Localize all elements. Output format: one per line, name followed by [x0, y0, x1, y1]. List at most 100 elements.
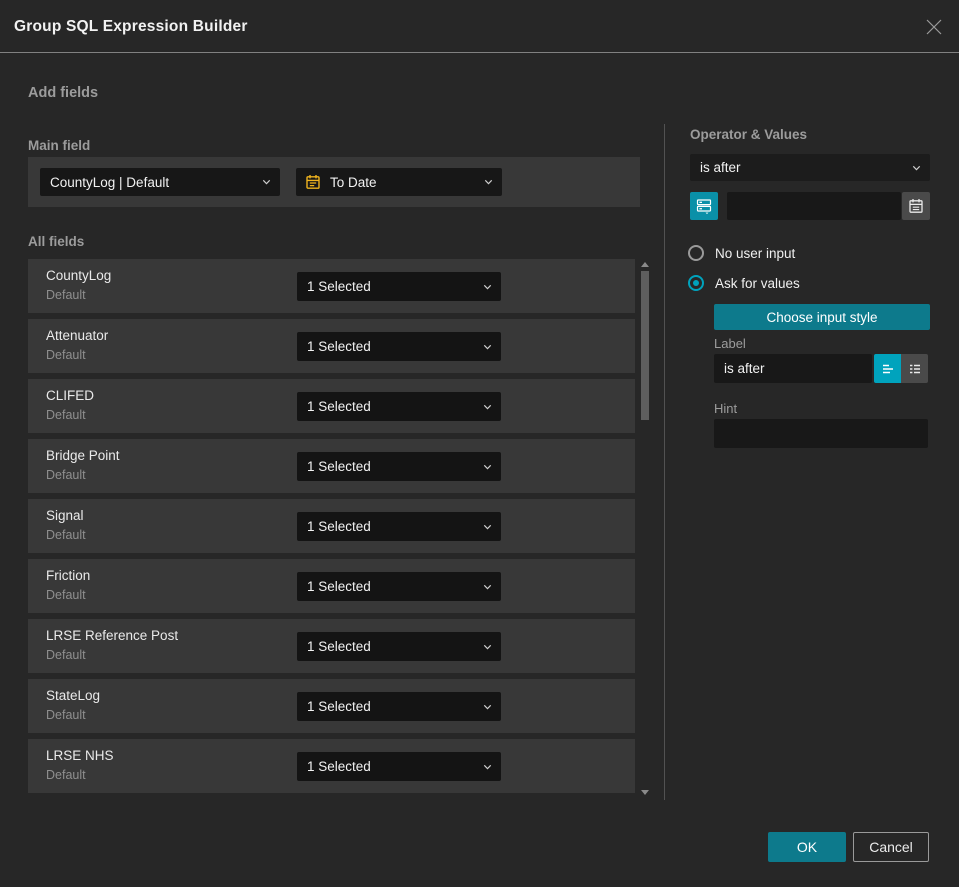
- field-selected-dropdown[interactable]: 1 Selected: [297, 692, 501, 721]
- hint-field-label: Hint: [714, 401, 738, 416]
- scrollbar-thumb[interactable]: [641, 271, 649, 420]
- list-icon: [909, 364, 920, 373]
- calendar-icon: [909, 199, 923, 213]
- field-selected-value: 1 Selected: [307, 519, 371, 534]
- field-selected-value: 1 Selected: [307, 279, 371, 294]
- field-subtitle: Default: [46, 468, 86, 482]
- field-subtitle: Default: [46, 348, 86, 362]
- field-selected-value: 1 Selected: [307, 459, 371, 474]
- align-left-icon: [882, 364, 893, 373]
- field-row: Attenuator Default 1 Selected: [28, 319, 635, 373]
- chevron-down-icon: [484, 179, 493, 185]
- date-picker-button[interactable]: [902, 192, 930, 220]
- label-field-label: Label: [714, 336, 746, 351]
- field-row: Bridge Point Default 1 Selected: [28, 439, 635, 493]
- field-selected-dropdown[interactable]: 1 Selected: [297, 392, 501, 421]
- operator-values-label: Operator & Values: [690, 127, 808, 142]
- chevron-down-icon: [483, 284, 492, 290]
- field-type-dropdown[interactable]: To Date: [296, 168, 502, 196]
- field-selected-dropdown[interactable]: 1 Selected: [297, 332, 501, 361]
- calendar-icon: [306, 175, 320, 189]
- field-subtitle: Default: [46, 588, 86, 602]
- scroll-up-icon[interactable]: [641, 262, 649, 267]
- hint-input[interactable]: [714, 419, 928, 448]
- chevron-down-icon: [483, 404, 492, 410]
- radio-label: No user input: [715, 245, 796, 261]
- single-line-style-button[interactable]: [874, 354, 901, 383]
- radio-no-user-input[interactable]: No user input: [688, 245, 795, 261]
- field-name: Attenuator: [46, 328, 109, 343]
- field-row: LRSE Reference Post Default 1 Selected: [28, 619, 635, 673]
- field-selected-value: 1 Selected: [307, 759, 371, 774]
- stacked-values-icon: [696, 199, 712, 214]
- field-subtitle: Default: [46, 708, 86, 722]
- close-button[interactable]: [922, 15, 946, 39]
- field-row: StateLog Default 1 Selected: [28, 679, 635, 733]
- field-name: Signal: [46, 508, 84, 523]
- dialog-title: Group SQL Expression Builder: [14, 18, 248, 35]
- radio-circle-icon: [688, 275, 704, 291]
- all-fields-label: All fields: [28, 234, 85, 249]
- field-selected-dropdown[interactable]: 1 Selected: [297, 572, 501, 601]
- main-field-dropdown[interactable]: CountyLog | Default: [40, 168, 280, 196]
- field-subtitle: Default: [46, 648, 86, 662]
- field-selected-dropdown[interactable]: 1 Selected: [297, 512, 501, 541]
- field-type-dropdown-value: To Date: [330, 174, 377, 190]
- add-fields-heading: Add fields: [28, 85, 99, 101]
- chevron-down-icon: [483, 464, 492, 470]
- field-name: Friction: [46, 568, 91, 583]
- radio-ask-for-values[interactable]: Ask for values: [688, 275, 800, 291]
- field-selected-value: 1 Selected: [307, 339, 371, 354]
- operator-dropdown[interactable]: is after: [690, 154, 930, 181]
- radio-label: Ask for values: [715, 275, 800, 291]
- chevron-down-icon: [262, 179, 271, 185]
- chevron-down-icon: [483, 344, 492, 350]
- field-subtitle: Default: [46, 768, 86, 782]
- field-subtitle: Default: [46, 408, 86, 422]
- field-selected-dropdown[interactable]: 1 Selected: [297, 272, 501, 301]
- label-input[interactable]: [714, 354, 872, 383]
- field-row: CountyLog Default 1 Selected: [28, 259, 635, 313]
- title-bar: Group SQL Expression Builder: [0, 0, 959, 53]
- field-row: CLIFED Default 1 Selected: [28, 379, 635, 433]
- field-selected-dropdown[interactable]: 1 Selected: [297, 752, 501, 781]
- field-row: Signal Default 1 Selected: [28, 499, 635, 553]
- field-selected-dropdown[interactable]: 1 Selected: [297, 452, 501, 481]
- field-selected-value: 1 Selected: [307, 579, 371, 594]
- field-name: Bridge Point: [46, 448, 120, 463]
- radio-circle-icon: [688, 245, 704, 261]
- field-selected-dropdown[interactable]: 1 Selected: [297, 632, 501, 661]
- close-icon: [926, 19, 942, 35]
- field-selected-value: 1 Selected: [307, 399, 371, 414]
- field-name: CLIFED: [46, 388, 95, 403]
- cancel-button[interactable]: Cancel: [853, 832, 929, 862]
- field-selected-value: 1 Selected: [307, 699, 371, 714]
- chevron-down-icon: [483, 644, 492, 650]
- scroll-down-icon[interactable]: [641, 790, 649, 795]
- field-subtitle: Default: [46, 288, 86, 302]
- main-field-label: Main field: [28, 138, 91, 153]
- field-name: LRSE NHS: [46, 748, 114, 763]
- field-selected-value: 1 Selected: [307, 639, 371, 654]
- field-name: CountyLog: [46, 268, 112, 283]
- list-style-button[interactable]: [901, 354, 928, 383]
- all-fields-list: CountyLog Default 1 Selected Attenuator …: [28, 259, 635, 799]
- value-input[interactable]: [727, 192, 901, 220]
- chevron-down-icon: [912, 165, 921, 171]
- chevron-down-icon: [483, 524, 492, 530]
- chevron-down-icon: [483, 704, 492, 710]
- group-sql-expression-builder-dialog: Group SQL Expression Builder Add fields …: [0, 0, 959, 887]
- field-row: LRSE NHS Default 1 Selected: [28, 739, 635, 793]
- field-name: LRSE Reference Post: [46, 628, 179, 643]
- value-list-picker-button[interactable]: [690, 192, 718, 220]
- main-field-dropdown-value: CountyLog | Default: [50, 174, 170, 190]
- chevron-down-icon: [483, 764, 492, 770]
- operator-dropdown-value: is after: [700, 160, 741, 175]
- field-subtitle: Default: [46, 528, 86, 542]
- choose-input-style-button[interactable]: Choose input style: [714, 304, 930, 330]
- ok-button[interactable]: OK: [768, 832, 846, 862]
- field-name: StateLog: [46, 688, 101, 703]
- panel-divider: [664, 124, 665, 800]
- chevron-down-icon: [483, 584, 492, 590]
- field-row: Friction Default 1 Selected: [28, 559, 635, 613]
